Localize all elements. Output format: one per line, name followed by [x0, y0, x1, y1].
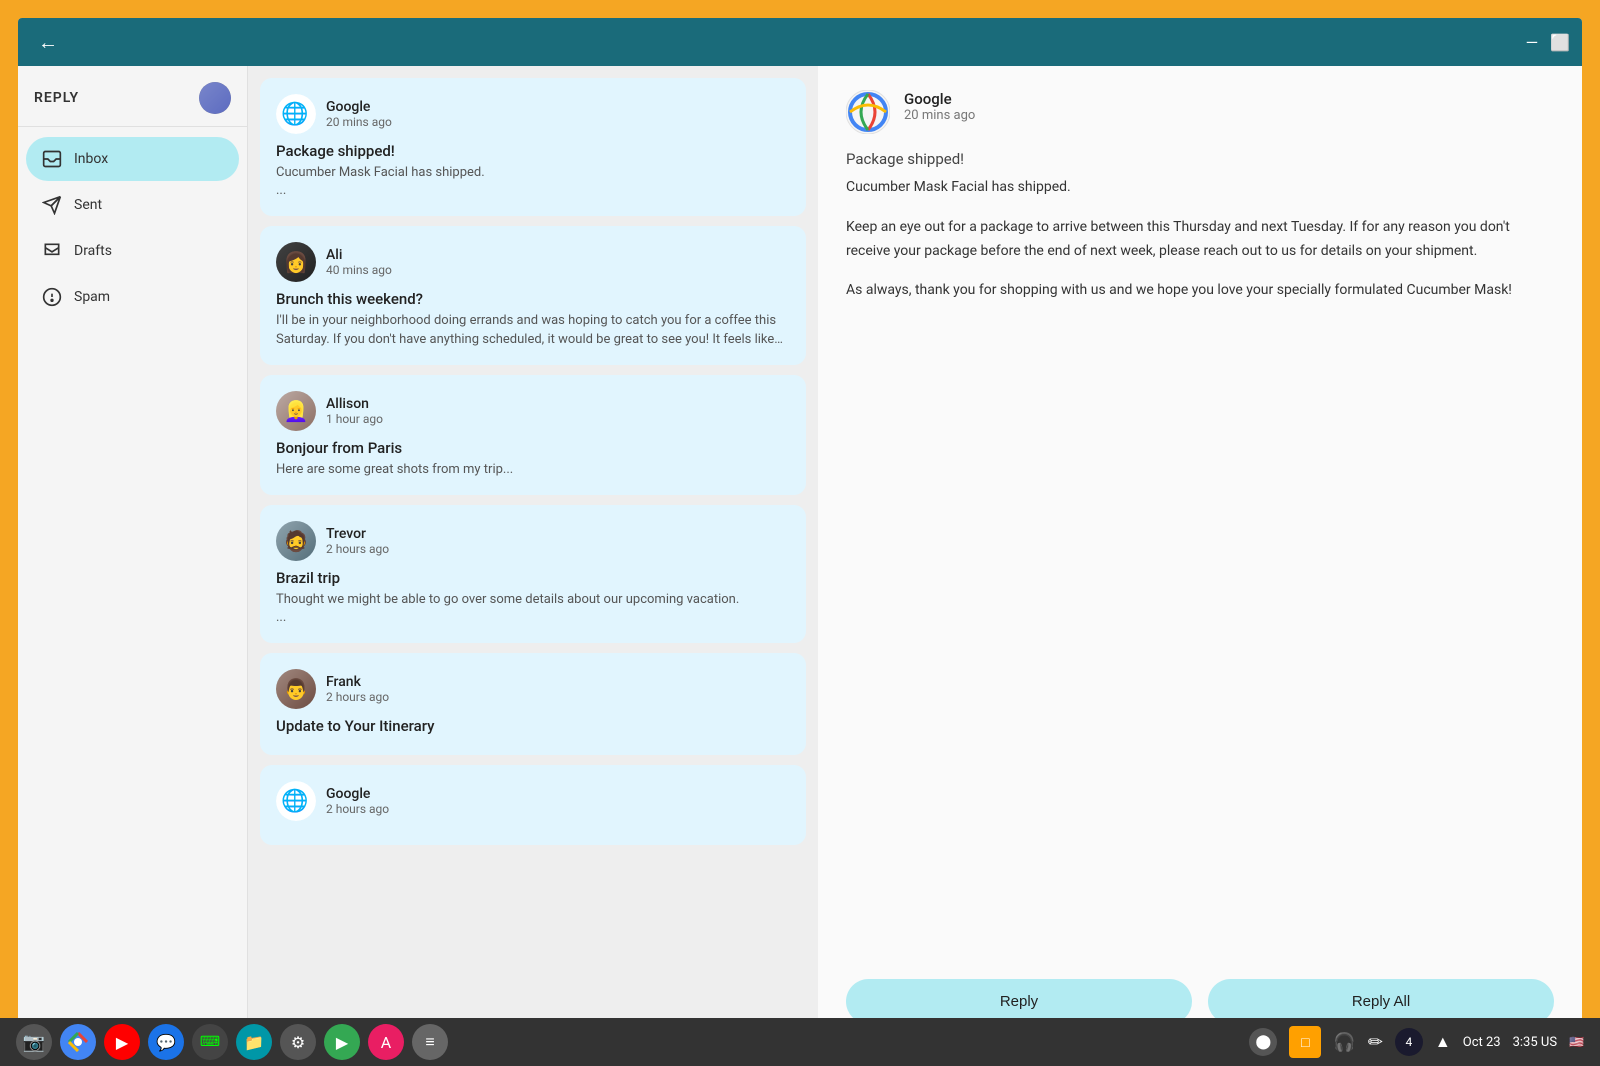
email-subject-1: Package shipped!	[276, 142, 790, 160]
email-list: 🌐 Google 20 mins ago Package shipped! Cu…	[248, 66, 818, 1048]
sidebar-item-inbox[interactable]: Inbox	[26, 137, 239, 181]
taskbar-more-button[interactable]: ≡	[412, 1024, 448, 1060]
spam-icon	[42, 287, 62, 307]
sidebar-item-drafts[interactable]: Drafts	[26, 229, 239, 273]
sidebar-nav: Inbox Sent	[18, 127, 247, 1048]
tray-pen-icon[interactable]: ✏	[1368, 1032, 1383, 1053]
email-detail-panel: Google 20 mins ago Package shipped! Cucu…	[818, 66, 1582, 1048]
sender-time-3: 1 hour ago	[326, 412, 790, 426]
app-window: ← — ⬜ Reply	[18, 18, 1582, 1048]
detail-body-para2: As always, thank you for shopping with u…	[846, 279, 1554, 303]
svg-text:🌐: 🌐	[281, 101, 308, 126]
sender-avatar-1: 🌐	[276, 94, 316, 134]
sender-avatar-6: 🌐	[276, 781, 316, 821]
sender-row-2: 👩 Ali 40 mins ago	[276, 242, 790, 282]
tray-audio-icon[interactable]: 🎧	[1333, 1032, 1355, 1053]
sender-time-1: 20 mins ago	[326, 115, 790, 129]
email-item-3[interactable]: 👱‍♀️ Allison 1 hour ago Bonjour from Par…	[260, 375, 806, 495]
sidebar-item-sent[interactable]: Sent	[26, 183, 239, 227]
sender-name-2: Ali	[326, 247, 790, 263]
taskbar-play-button[interactable]: ▶	[324, 1024, 360, 1060]
detail-sender-name: Google	[904, 90, 975, 108]
email-item-4[interactable]: 🧔 Trevor 2 hours ago Brazil trip Thought…	[260, 505, 806, 643]
email-preview-4: Thought we might be able to go over some…	[276, 591, 790, 627]
sent-label: Sent	[74, 197, 102, 213]
detail-header: Google 20 mins ago	[846, 90, 1554, 134]
taskbar-chrome-button[interactable]	[60, 1024, 96, 1060]
detail-body-line1: Cucumber Mask Facial has shipped.	[846, 176, 1554, 200]
titlebar: ← — ⬜	[18, 18, 1582, 66]
sender-time-2: 40 mins ago	[326, 263, 790, 277]
minimize-button[interactable]: —	[1526, 33, 1539, 52]
main-layout: Reply Inbox	[18, 66, 1582, 1048]
tray-clipboard-icon[interactable]: □	[1289, 1026, 1321, 1058]
taskbar-files-button[interactable]: 📁	[236, 1024, 272, 1060]
detail-body-para1: Keep an eye out for a package to arrive …	[846, 216, 1554, 264]
sender-row-5: 👨 Frank 2 hours ago	[276, 669, 790, 709]
email-subject-2: Brunch this weekend?	[276, 290, 790, 308]
taskbar-terminal-button[interactable]: ⌨	[192, 1024, 228, 1060]
taskbar-date: Oct 23	[1463, 1035, 1501, 1050]
email-subject-3: Bonjour from Paris	[276, 439, 790, 457]
sender-avatar-5: 👨	[276, 669, 316, 709]
sender-name-1: Google	[326, 99, 790, 115]
sender-row-4: 🧔 Trevor 2 hours ago	[276, 521, 790, 561]
maximize-button[interactable]: ⬜	[1550, 33, 1570, 52]
taskbar-chat-button[interactable]: 💬	[148, 1024, 184, 1060]
sender-avatar-3: 👱‍♀️	[276, 391, 316, 431]
sender-row-6: 🌐 Google 2 hours ago	[276, 781, 790, 821]
tray-camera-icon: ⬤	[1249, 1028, 1277, 1056]
drafts-icon	[42, 241, 62, 261]
email-preview-2: I'll be in your neighborhood doing erran…	[276, 312, 790, 348]
spam-label: Spam	[74, 289, 110, 305]
sender-name-3: Allison	[326, 396, 790, 412]
sent-icon	[42, 195, 62, 215]
sender-name-6: Google	[326, 786, 790, 802]
email-subject-4: Brazil trip	[276, 569, 790, 587]
email-preview-3: Here are some great shots from my trip..…	[276, 461, 790, 479]
svg-text:🌐: 🌐	[281, 788, 308, 813]
tray-notification-icon[interactable]: 4	[1395, 1028, 1423, 1056]
tray-wifi-icon: ▲	[1435, 1032, 1451, 1052]
email-item-6[interactable]: 🌐 Google 2 hours ago	[260, 765, 806, 845]
taskbar-time: 3:35 US	[1513, 1035, 1557, 1050]
sender-time-4: 2 hours ago	[326, 542, 790, 556]
sidebar-item-spam[interactable]: Spam	[26, 275, 239, 319]
user-avatar[interactable]	[199, 82, 231, 114]
sender-avatar-2: 👩	[276, 242, 316, 282]
sender-row-3: 👱‍♀️ Allison 1 hour ago	[276, 391, 790, 431]
sender-time-6: 2 hours ago	[326, 802, 790, 816]
email-item-1[interactable]: 🌐 Google 20 mins ago Package shipped! Cu…	[260, 78, 806, 216]
sidebar: Reply Inbox	[18, 66, 248, 1048]
detail-avatar	[846, 90, 890, 134]
email-subject-5: Update to Your Itinerary	[276, 717, 790, 735]
taskbar-appstore-button[interactable]: A	[368, 1024, 404, 1060]
back-button[interactable]: ←	[30, 26, 66, 59]
tray-locale: 🇺🇸	[1569, 1035, 1584, 1049]
inbox-label: Inbox	[74, 151, 108, 167]
email-item-2[interactable]: 👩 Ali 40 mins ago Brunch this weekend? I…	[260, 226, 806, 364]
inbox-icon	[42, 149, 62, 169]
sender-time-5: 2 hours ago	[326, 690, 790, 704]
taskbar: 📷 ▶ 💬 ⌨ 📁 ⚙ ▶ A ≡ ⬤ □ 🎧 ✏ 4 ▲	[0, 1018, 1600, 1066]
detail-body: Cucumber Mask Facial has shipped. Keep a…	[846, 176, 1554, 955]
email-preview-1: Cucumber Mask Facial has shipped. ...	[276, 164, 790, 200]
detail-subject: Package shipped!	[846, 150, 1554, 168]
taskbar-lens-button[interactable]: 📷	[16, 1024, 52, 1060]
email-item-5[interactable]: 👨 Frank 2 hours ago Update to Your Itine…	[260, 653, 806, 755]
system-tray: ⬤ □ 🎧 ✏ 4 ▲ Oct 23 3:35 US 🇺🇸	[1249, 1026, 1584, 1058]
app-title: Reply	[34, 90, 79, 106]
window-controls: — ⬜	[1526, 33, 1570, 52]
drafts-label: Drafts	[74, 243, 112, 259]
sender-name-5: Frank	[326, 674, 790, 690]
sender-row-1: 🌐 Google 20 mins ago	[276, 94, 790, 134]
sidebar-header: Reply	[18, 66, 247, 127]
sender-avatar-4: 🧔	[276, 521, 316, 561]
taskbar-settings-button[interactable]: ⚙	[280, 1024, 316, 1060]
sender-name-4: Trevor	[326, 526, 790, 542]
taskbar-youtube-button[interactable]: ▶	[104, 1024, 140, 1060]
detail-sender-time: 20 mins ago	[904, 108, 975, 123]
